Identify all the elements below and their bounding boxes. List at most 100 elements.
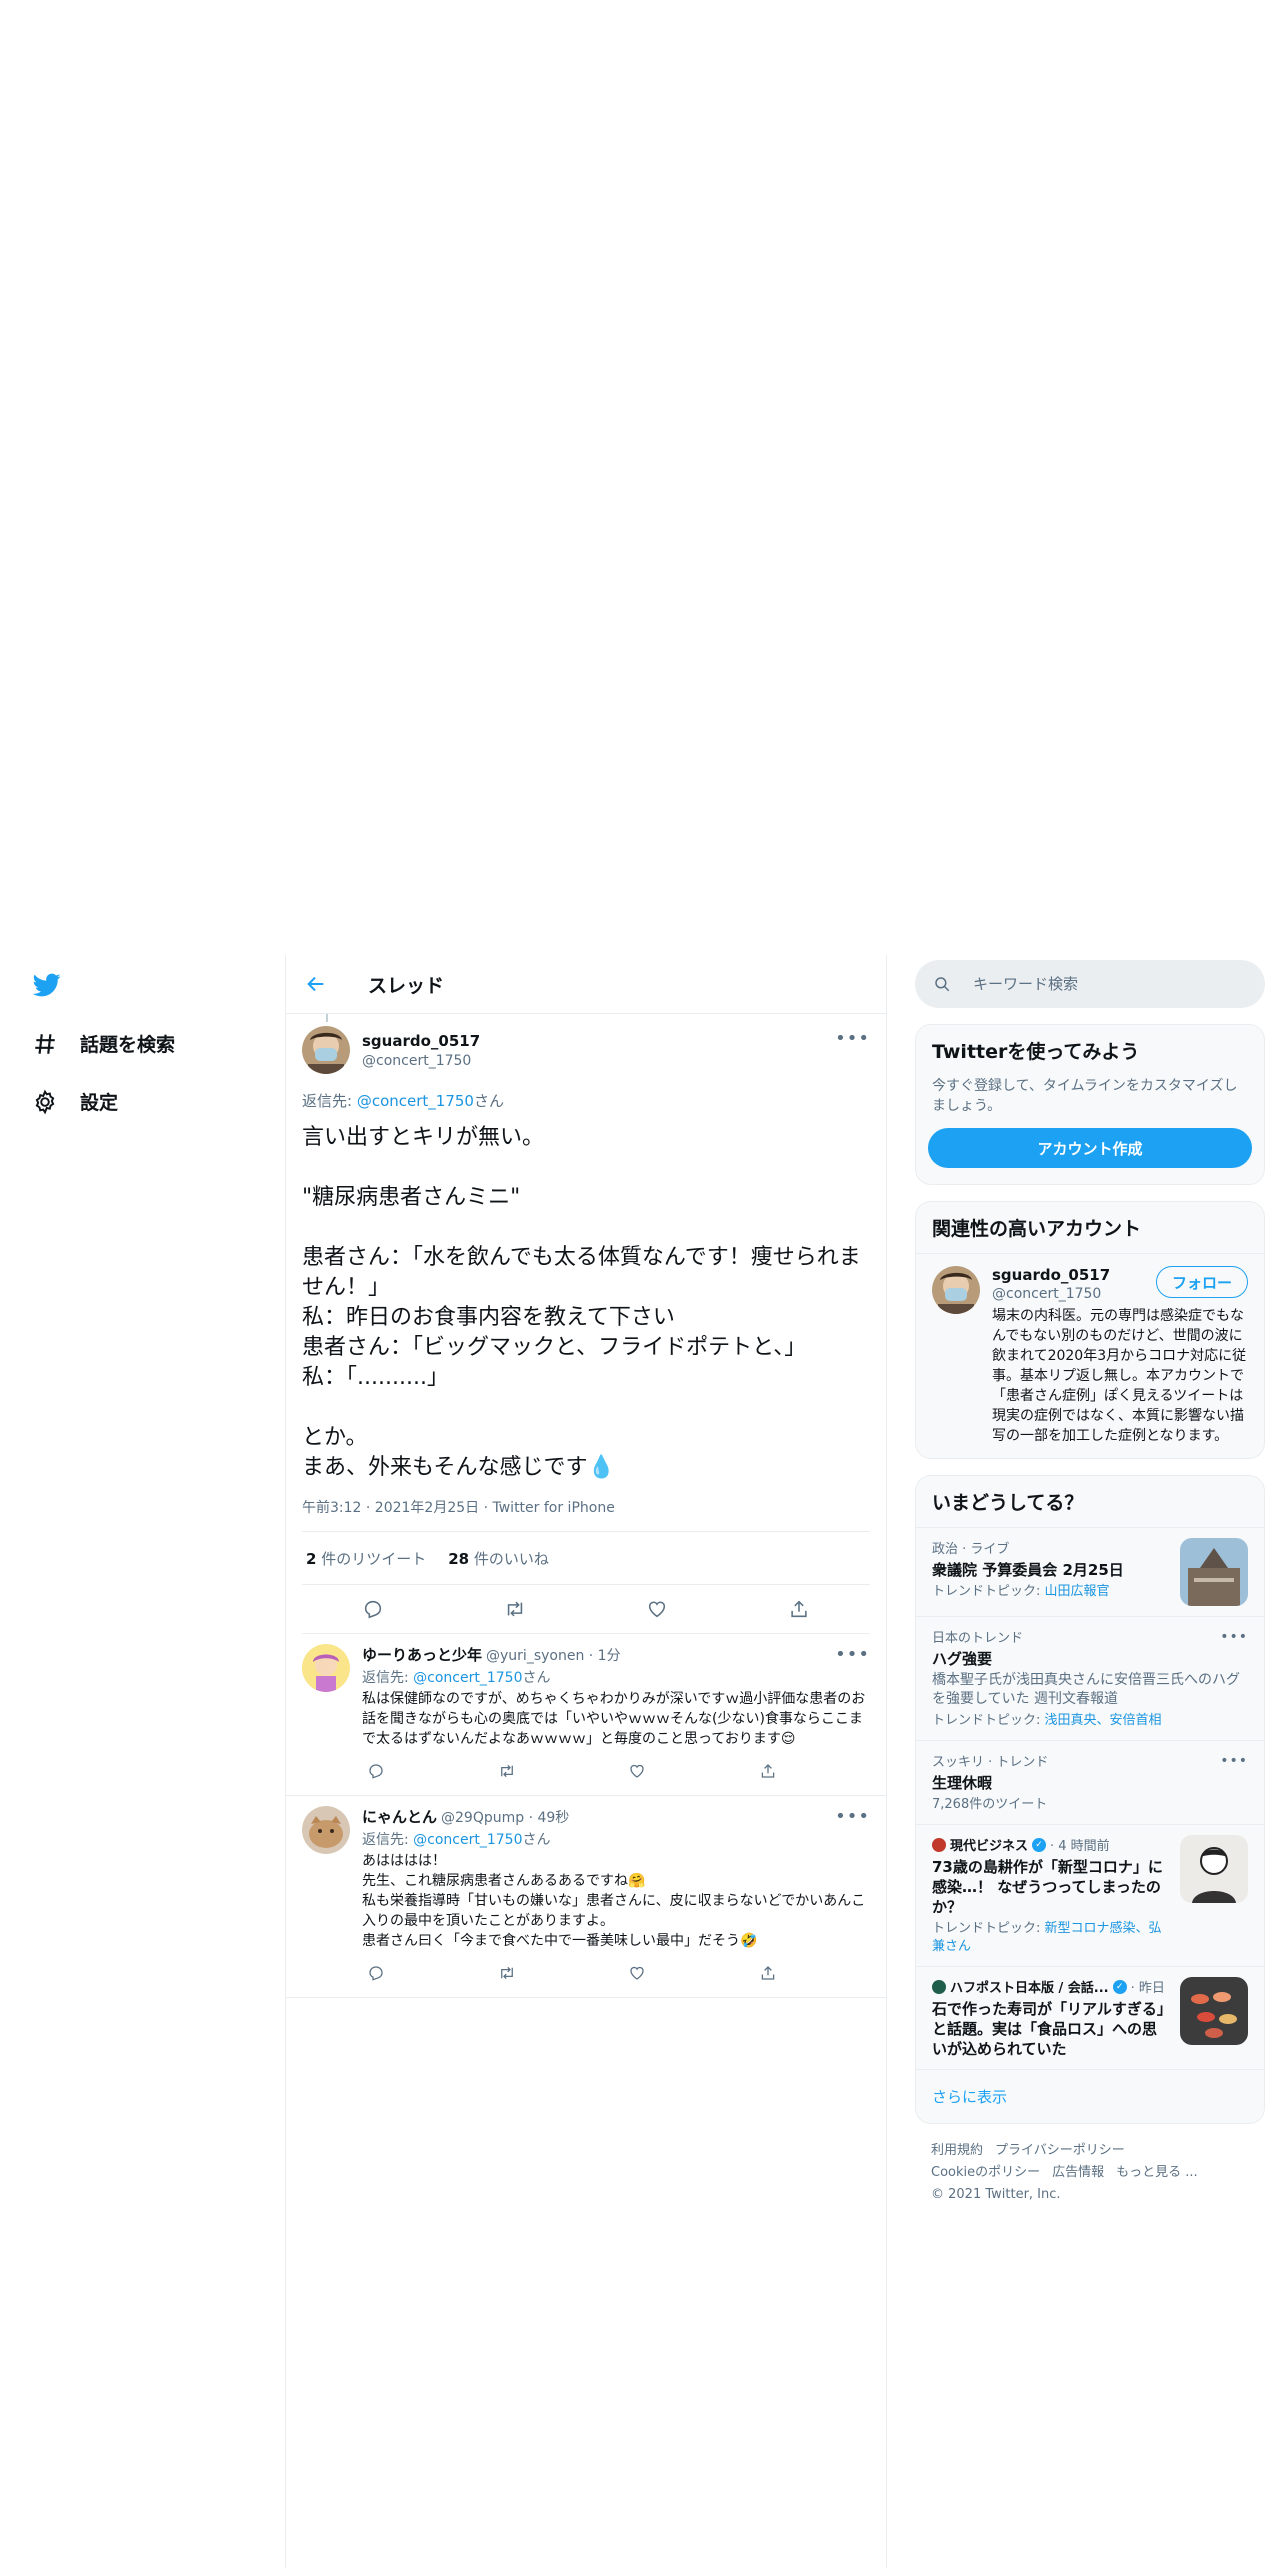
like-button[interactable] [623, 1757, 651, 1785]
related-handle[interactable]: @concert_1750 [992, 1286, 1110, 1302]
create-account-button[interactable]: アカウント作成 [928, 1128, 1252, 1168]
author-handle[interactable]: @concert_1750 [362, 1053, 480, 1069]
more-icon[interactable]: ••• [1220, 1753, 1248, 1769]
reply-author-name[interactable]: にゃんとん [362, 1806, 437, 1827]
trend-name: 73歳の島耕作が「新型コロナ」に感染…！ なぜうつってしまったのか？ [932, 1858, 1163, 1916]
reply-to: 返信先: @concert_1750さん [362, 1667, 870, 1687]
share-button[interactable] [754, 1959, 782, 1987]
more-icon[interactable]: ••• [835, 1028, 870, 1049]
trend-thumbnail [1180, 1977, 1248, 2045]
retweet-button[interactable] [493, 1757, 521, 1785]
reply-to: 返信先: @concert_1750さん [362, 1829, 870, 1849]
trend-topic: トレンドトピック: 山田広報官 [932, 1583, 1168, 1601]
trend-name: 石で作った寿司が「リアルすぎる」と話題。実は「食品ロス」への思いが込められていた [932, 2000, 1165, 2058]
footer-cookie[interactable]: Cookieのポリシー [931, 2165, 1040, 2180]
trend-thumbnail [1180, 1538, 1248, 1606]
search-box[interactable] [915, 960, 1265, 1008]
author-name[interactable]: sguardo_0517 [362, 1032, 480, 1050]
related-name[interactable]: sguardo_0517 [992, 1266, 1110, 1284]
more-icon[interactable]: ••• [1220, 1629, 1248, 1645]
search-input[interactable] [971, 974, 1235, 994]
reply-to-prefix: 返信先: [362, 1832, 414, 1848]
reply-to-link[interactable]: @concert_1750 [413, 1670, 522, 1686]
avatar[interactable] [302, 1026, 350, 1074]
reply-to-link[interactable]: @concert_1750 [357, 1092, 474, 1110]
nav-explore-label: 話題を検索 [80, 1034, 176, 1056]
follow-button[interactable]: フォロー [1155, 1266, 1248, 1298]
trend-time: · 4 時間前 [1050, 1839, 1110, 1854]
reply-to-suffix: さん [473, 1092, 504, 1110]
tweet-author: sguardo_0517 @concert_1750 ••• [302, 1022, 870, 1078]
retweet-button[interactable] [498, 1592, 532, 1626]
trend-topic: トレンドトピック: 浅田真央、安倍首相 [932, 1712, 1248, 1730]
gear-icon [35, 1089, 55, 1114]
back-button[interactable] [294, 962, 338, 1006]
footer-more[interactable]: もっと見る ... [1116, 2165, 1198, 2180]
more-icon[interactable]: ••• [835, 1644, 870, 1665]
share-icon [761, 1764, 775, 1778]
trend-item[interactable]: 日本のトレンド ••• ハグ強要 橋本聖子氏が浅田真央さんに安倍晋三氏へのハグを強… [916, 1616, 1264, 1740]
avatar[interactable] [932, 1266, 980, 1314]
twitter-logo-icon[interactable] [30, 971, 64, 999]
retweet-icon [500, 1764, 513, 1778]
like-icon [648, 1601, 666, 1618]
reply-author-handle[interactable]: @29Qpump · 49秒 [441, 1807, 569, 1827]
avatar[interactable] [302, 1806, 350, 1854]
retweet-button[interactable] [493, 1959, 521, 1987]
reply-to-suffix: さん [522, 1832, 551, 1848]
trend-topic-link[interactable]: 山田広報官 [1045, 1584, 1110, 1599]
focus-tweet: sguardo_0517 @concert_1750 ••• 返信先: @con… [286, 1014, 886, 1634]
trend-item[interactable]: 現代ビジネス ✓ · 4 時間前 73歳の島耕作が「新型コロナ」に感染…！ なぜう… [916, 1824, 1264, 1966]
reply-text: あはははは！ 先生、これ糖尿病患者さんあるあるですね🤗 私も栄養指導時「甘いもの… [362, 1853, 866, 1949]
footer-ads[interactable]: 広告情報 [1052, 2165, 1104, 2180]
reply-button[interactable] [362, 1757, 390, 1785]
tweet-meta[interactable]: 午前3:12 · 2021年2月25日 · Twitter for iPhone [302, 1497, 870, 1532]
avatar[interactable] [302, 1644, 350, 1692]
like-count[interactable]: 28 件のいいね [448, 1548, 549, 1569]
back-arrow-icon [307, 976, 324, 992]
related-account[interactable]: sguardo_0517 @concert_1750 フォロー 場末の内科医。元… [916, 1253, 1264, 1458]
reply-actions [362, 1959, 782, 1987]
reply-author-name[interactable]: ゆーりあっと少年 [362, 1644, 482, 1665]
signup-card: Twitterを使ってみよう 今すぐ登録して、タイムラインをカスタマイズしましょ… [915, 1024, 1265, 1185]
trend-item[interactable]: スッキリ · トレンド ••• 生理休暇 7,268件のツイート [916, 1740, 1264, 1824]
related-accounts-card: 関連性の高いアカウント sguardo_0517 @concert_1750 フ… [915, 1201, 1265, 1459]
footer-terms[interactable]: 利用規約 [931, 2143, 983, 2158]
retweet-count[interactable]: 2 件のリツイート [306, 1548, 426, 1569]
reply-author-handle[interactable]: @yuri_syonen · 1分 [486, 1645, 621, 1665]
search-icon [935, 977, 950, 992]
footer: 利用規約 プライバシーポリシー Cookieのポリシー 広告情報 もっと見る ... … [915, 2124, 1265, 2206]
source-icon [932, 1837, 946, 1852]
nav-explore[interactable]: 話題を検索 [32, 1030, 175, 1057]
trend-name: 衆議院 予算委員会 2月25日 [932, 1561, 1124, 1579]
reply-to-link[interactable]: @concert_1750 [413, 1832, 522, 1848]
tweet-actions [302, 1585, 870, 1634]
reply-to-prefix: 返信先: [362, 1670, 414, 1686]
trend-item[interactable]: ハフポスト日本版 / 会話... ✓ · 昨日 石で作った寿司が「リアルすぎる」と… [916, 1966, 1264, 2069]
share-button[interactable] [754, 1757, 782, 1785]
reply-tweet[interactable]: にゃんとん @29Qpump · 49秒 ••• 返信先: @concert_1… [286, 1796, 886, 1998]
like-count-number: 28 [448, 1549, 470, 1568]
reply-tweet[interactable]: ゆーりあっと少年 @yuri_syonen · 1分 ••• 返信先: @con… [286, 1634, 886, 1796]
trend-item[interactable]: 政治 · ライブ 衆議院 予算委員会 2月25日 トレンドトピック: 山田広報官 [916, 1527, 1264, 1616]
trend-topic-label: トレンドトピック: [932, 1584, 1045, 1599]
reply-button[interactable] [356, 1592, 390, 1626]
trend-topic-link[interactable]: 浅田真央、安倍首相 [1045, 1713, 1162, 1728]
verified-icon: ✓ [1112, 1979, 1127, 1994]
tweet-text: 言い出すとキリが無い。 "糖尿病患者さんミニ" 患者さん：「水を飲んでも太る体質… [302, 1125, 861, 1480]
related-bio: 場末の内科医。元の専門は感染症でもなんでもない別のものだけど、世間の波に飲まれて… [992, 1308, 1247, 1444]
trend-name: ハグ強要 [932, 1650, 993, 1668]
footer-privacy[interactable]: プライバシーポリシー [995, 2143, 1125, 2158]
like-button[interactable] [623, 1959, 651, 1987]
retweet-count-label: 件のリツイート [316, 1549, 427, 1568]
like-icon [630, 1966, 644, 1980]
reply-button[interactable] [362, 1959, 390, 1987]
share-button[interactable] [782, 1592, 816, 1626]
nav-settings[interactable]: 設定 [32, 1088, 118, 1115]
more-icon[interactable]: ••• [835, 1806, 870, 1827]
hashtag-icon [35, 1033, 55, 1054]
reply-to-suffix: さん [522, 1670, 551, 1686]
show-more-link[interactable]: さらに表示 [916, 2069, 1264, 2123]
main-column: スレッド sguardo_0517 @concert_1750 ••• 返信先:… [285, 955, 887, 2568]
like-button[interactable] [640, 1592, 674, 1626]
